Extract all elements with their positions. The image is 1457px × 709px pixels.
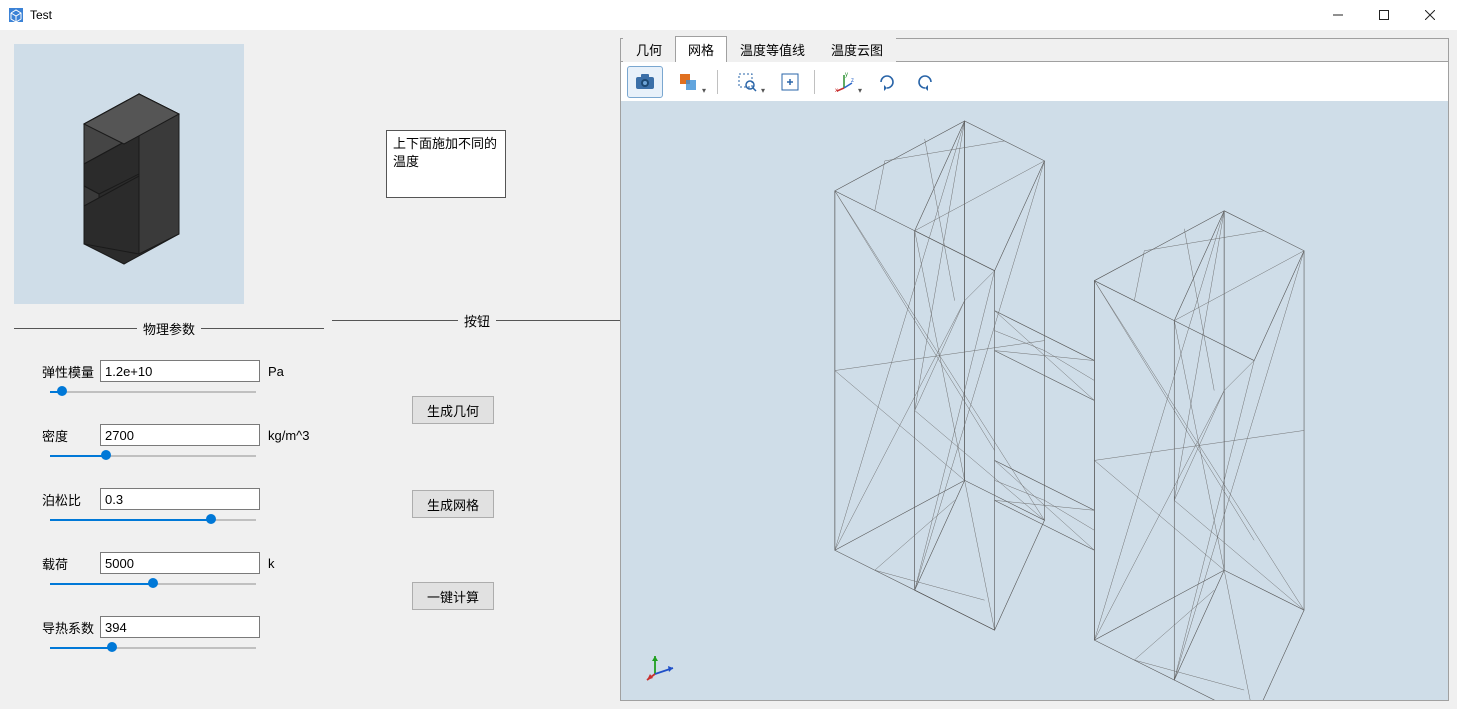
viewer-panel: 几何 网格 温度等值线 温度云图 yz x: [620, 38, 1449, 701]
generate-geometry-button[interactable]: 生成几何: [412, 396, 494, 424]
section-title-params: 物理参数: [137, 319, 201, 338]
param-label-elastic-modulus: 弹性模量: [42, 362, 94, 381]
param-unit-load: k: [266, 556, 275, 571]
elastic-modulus-slider[interactable]: [50, 384, 256, 400]
zoom-box-icon[interactable]: [724, 66, 770, 98]
param-label-density: 密度: [42, 426, 94, 445]
rotate-cw-icon[interactable]: [869, 66, 905, 98]
param-row-load: 载荷 k: [42, 552, 314, 574]
tab-geometry[interactable]: 几何: [623, 36, 675, 62]
param-row-thermal-cond: 导热系数: [42, 616, 314, 638]
camera-icon[interactable]: [627, 66, 663, 98]
poisson-input[interactable]: [100, 488, 260, 510]
svg-text:x: x: [835, 88, 838, 93]
transparency-icon[interactable]: [665, 66, 711, 98]
param-label-load: 载荷: [42, 554, 94, 573]
viewer-tabs: 几何 网格 温度等值线 温度云图: [621, 39, 1448, 61]
toolbar-separator: [717, 70, 718, 94]
tab-mesh[interactable]: 网格: [675, 36, 727, 62]
minimize-button[interactable]: [1315, 0, 1361, 30]
svg-text:z: z: [851, 78, 854, 84]
geometry-preview: [14, 44, 244, 304]
section-header-buttons: 按钮: [332, 312, 626, 328]
maximize-button[interactable]: [1361, 0, 1407, 30]
density-slider[interactable]: [50, 448, 256, 464]
content-area: 上下面施加不同的温度 物理参数 按钮 弹性模量 Pa 密度 kg/m^3 泊松比: [0, 30, 1457, 709]
viewer-canvas[interactable]: [621, 101, 1448, 700]
rotate-ccw-icon[interactable]: [907, 66, 943, 98]
zoom-extents-icon[interactable]: [772, 66, 808, 98]
section-header-params: 物理参数: [14, 320, 324, 336]
thermal-cond-input[interactable]: [100, 616, 260, 638]
density-input[interactable]: [100, 424, 260, 446]
thermal-cond-slider[interactable]: [50, 640, 256, 656]
tab-isolines[interactable]: 温度等值线: [727, 36, 818, 62]
param-unit-elastic-modulus: Pa: [266, 364, 284, 379]
param-unit-density: kg/m^3: [266, 428, 310, 443]
app-icon: [8, 7, 24, 23]
generate-mesh-button[interactable]: 生成网格: [412, 490, 494, 518]
elastic-modulus-input[interactable]: [100, 360, 260, 382]
param-row-poisson: 泊松比: [42, 488, 314, 510]
param-row-density: 密度 kg/m^3: [42, 424, 314, 446]
param-label-thermal-cond: 导热系数: [42, 618, 94, 637]
axis-triad-icon: [645, 648, 679, 682]
param-label-poisson: 泊松比: [42, 490, 94, 509]
param-row-elastic-modulus: 弹性模量 Pa: [42, 360, 314, 382]
axes-icon[interactable]: yz x: [821, 66, 867, 98]
load-input[interactable]: [100, 552, 260, 574]
load-slider[interactable]: [50, 576, 256, 592]
svg-text:y: y: [845, 72, 848, 78]
poisson-slider[interactable]: [50, 512, 256, 528]
tab-contour[interactable]: 温度云图: [818, 36, 896, 62]
description-box: 上下面施加不同的温度: [386, 130, 506, 198]
viewer-toolbar: yz x: [621, 61, 1448, 101]
section-title-buttons: 按钮: [458, 311, 496, 330]
one-click-compute-button[interactable]: 一键计算: [412, 582, 494, 610]
window-title: Test: [30, 8, 52, 22]
titlebar: Test: [0, 0, 1457, 30]
close-button[interactable]: [1407, 0, 1453, 30]
toolbar-separator: [814, 70, 815, 94]
